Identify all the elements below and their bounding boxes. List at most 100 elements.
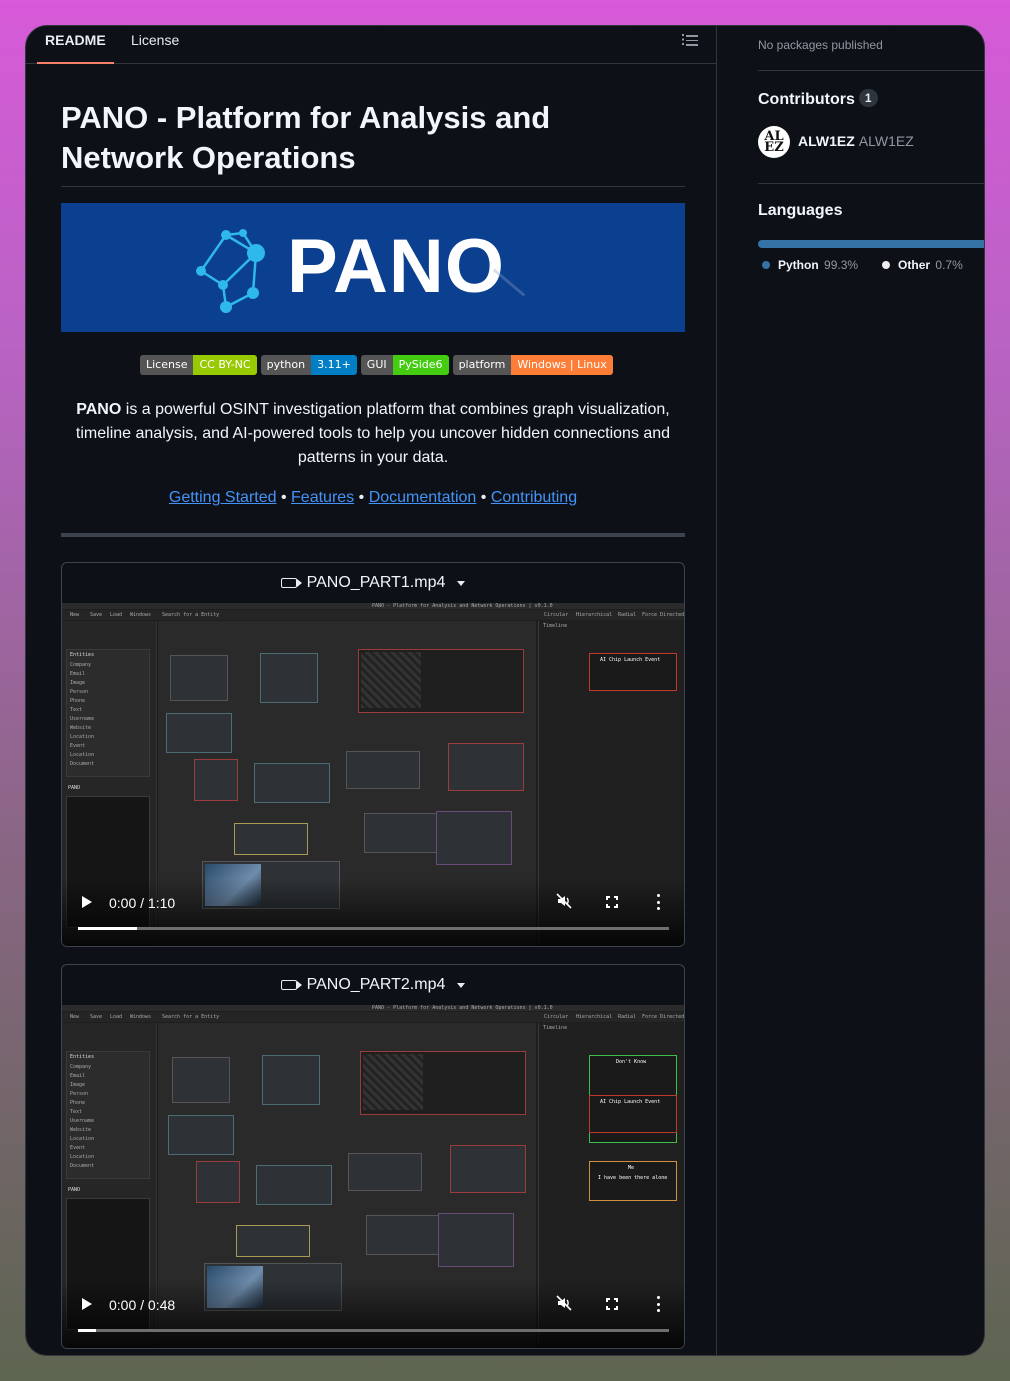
- language-other[interactable]: Other 0.7%: [882, 258, 963, 272]
- app-toolbar: New Save Load Windows Search for a Entit…: [62, 610, 684, 620]
- video-player[interactable]: PANO - Platform for Analysis and Network…: [62, 1005, 684, 1348]
- outline-icon[interactable]: [682, 32, 698, 46]
- link-getting-started[interactable]: Getting Started: [169, 489, 277, 506]
- app-entity: Company: [70, 1064, 92, 1070]
- sidebar-divider: [758, 183, 984, 184]
- repo-window: README License PANO - Platform for Analy…: [25, 25, 985, 1356]
- contributor-name: ALW1EZ: [858, 133, 914, 149]
- app-entity-list: Entities Company Email Image Person Phon…: [66, 649, 150, 777]
- play-icon[interactable]: [82, 896, 92, 908]
- graph-node: [448, 743, 524, 791]
- app-circular: Circular: [544, 612, 569, 618]
- app-entity: Event: [70, 1145, 86, 1151]
- graph-node: [346, 751, 420, 789]
- language-bar: [758, 240, 984, 248]
- tab-license[interactable]: License: [123, 26, 187, 64]
- app-title: PANO - Platform for Analysis and Network…: [372, 1005, 553, 1011]
- fullscreen-icon[interactable]: [606, 896, 618, 908]
- chevron-down-icon: [457, 580, 466, 586]
- app-entity: Location: [70, 734, 95, 740]
- mute-icon[interactable]: [556, 893, 572, 909]
- app-entity: Location: [70, 1154, 95, 1160]
- app-entity: Person: [70, 1091, 89, 1097]
- repo-sidebar: No packages published Contributors 1 AL E…: [718, 26, 984, 1355]
- app-entity: Text: [70, 1109, 83, 1115]
- mute-icon[interactable]: [556, 1295, 572, 1311]
- graph-node: [168, 1115, 234, 1155]
- link-documentation[interactable]: Documentation: [369, 489, 477, 506]
- app-timeline-label: Timeline: [543, 623, 568, 629]
- other-dot-icon: [882, 261, 891, 269]
- app-entity: Email: [70, 1073, 86, 1079]
- app-entity: Image: [70, 1082, 86, 1088]
- python-badge[interactable]: python 3.11+: [260, 355, 357, 375]
- app-entity: Username: [70, 1118, 95, 1124]
- video-controls: 0:00 / 1:10: [62, 878, 684, 946]
- timeline-event: AI Chip Launch Event: [589, 1095, 677, 1133]
- event-title: I have been there alone: [598, 1175, 668, 1181]
- language-python[interactable]: Python 99.3%: [762, 258, 858, 272]
- timeline-event: AI Chip Launch Event: [589, 653, 677, 691]
- app-title: PANO - Platform for Analysis and Network…: [372, 603, 553, 609]
- graph-node: [170, 655, 228, 701]
- more-options-icon[interactable]: [657, 1296, 661, 1312]
- app-load: Load: [110, 1014, 123, 1020]
- app-entity: Website: [70, 725, 92, 731]
- graph-node: [234, 823, 308, 855]
- link-features[interactable]: Features: [291, 489, 354, 506]
- video-header[interactable]: PANO_PART2.mp4: [62, 965, 684, 1005]
- event-title: AI Chip Launch Event: [600, 1099, 661, 1105]
- graph-node: [436, 811, 512, 865]
- graph-node: [438, 1213, 514, 1267]
- app-circular: Circular: [544, 1014, 569, 1020]
- section-links: Getting Started • Features • Documentati…: [168, 489, 578, 506]
- app-radial: Radial: [618, 612, 637, 618]
- play-icon[interactable]: [82, 1298, 92, 1310]
- app-entity: Phone: [70, 698, 86, 704]
- graph-node: [262, 1055, 320, 1105]
- avatar[interactable]: AL EZ: [758, 126, 790, 158]
- contributor-login: ALW1EZ: [798, 133, 855, 149]
- fullscreen-icon[interactable]: [606, 1298, 618, 1310]
- video-icon: [280, 980, 302, 990]
- app-entity: Location: [70, 752, 95, 758]
- video-progress-bar[interactable]: [78, 1329, 669, 1332]
- app-titlebar: PANO - Platform for Analysis and Network…: [62, 603, 684, 609]
- event-title: AI Chip Launch Event: [600, 657, 661, 663]
- app-panel-header: PANO: [68, 785, 81, 791]
- app-panel-header: PANO: [68, 1187, 81, 1193]
- contributors-heading[interactable]: Contributors 1: [758, 89, 878, 109]
- more-options-icon[interactable]: [657, 894, 661, 910]
- gui-badge[interactable]: GUI PySide6: [360, 355, 449, 375]
- tab-readme[interactable]: README: [37, 26, 114, 64]
- video-time: 0:00 / 1:10: [109, 895, 176, 911]
- video-progress-bar[interactable]: [78, 927, 669, 930]
- event-title: Me: [628, 1165, 635, 1171]
- timeline-event: Me I have been there alone: [589, 1161, 677, 1201]
- link-contributing[interactable]: Contributing: [491, 489, 577, 506]
- app-save: Save: [90, 1014, 103, 1020]
- pano-banner: PANO: [61, 203, 685, 332]
- video-filename: PANO_PART2.mp4: [306, 976, 446, 993]
- app-entity: Email: [70, 671, 86, 677]
- video-player[interactable]: PANO - Platform for Analysis and Network…: [62, 603, 684, 946]
- app-timeline-label: Timeline: [543, 1025, 568, 1031]
- app-save: Save: [90, 612, 103, 618]
- app-windows: Windows: [130, 1014, 152, 1020]
- video-header[interactable]: PANO_PART1.mp4: [62, 563, 684, 603]
- graph-map-node: [360, 1051, 526, 1115]
- video-card-1: PANO_PART1.mp4 PANO - Platform for Analy…: [61, 562, 685, 947]
- license-badge[interactable]: License CC BY-NC: [140, 355, 257, 375]
- graph-node: [450, 1145, 526, 1193]
- platform-badge[interactable]: platform Windows | Linux: [452, 355, 613, 375]
- graph-node: [254, 763, 330, 803]
- app-search: Search for a Entity: [162, 612, 220, 618]
- contributor-link[interactable]: ALW1EZ ALW1EZ: [798, 133, 914, 149]
- languages-heading: Languages: [758, 202, 843, 219]
- app-titlebar: PANO - Platform for Analysis and Network…: [62, 1005, 684, 1011]
- app-entity: Location: [70, 1136, 95, 1142]
- app-entity: Company: [70, 662, 92, 668]
- graph-node: [236, 1225, 310, 1257]
- app-entity: Person: [70, 689, 89, 695]
- title-divider: [61, 186, 685, 187]
